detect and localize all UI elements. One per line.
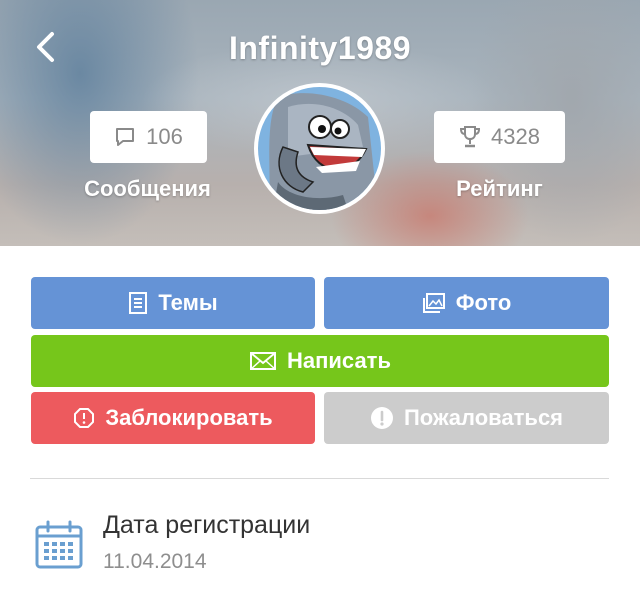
- photo-label: Фото: [455, 290, 512, 315]
- profile-header: Infinity1989 106 Сообщения 4328 Рейтинг: [0, 0, 640, 246]
- trophy-icon: [459, 125, 481, 149]
- divider: [30, 478, 609, 479]
- calendar-icon: [34, 520, 84, 570]
- block-user-button[interactable]: Заблокировать: [31, 392, 315, 444]
- rating-label: Рейтинг: [456, 176, 543, 201]
- document-icon: [128, 291, 148, 315]
- photo-button[interactable]: Фото: [324, 277, 609, 329]
- registration-date-label: Дата регистрации: [103, 511, 311, 539]
- messages-count-button[interactable]: 106: [90, 111, 207, 163]
- block-label: Заблокировать: [105, 405, 273, 430]
- report-user-button[interactable]: Пожаловаться: [324, 392, 609, 444]
- write-label: Написать: [287, 348, 391, 373]
- exclamation-icon: [370, 406, 394, 430]
- rating-value: 4328: [491, 124, 540, 149]
- envelope-icon: [249, 351, 277, 371]
- page-title: Infinity1989: [228, 30, 412, 66]
- topics-label: Темы: [158, 290, 218, 315]
- avatar[interactable]: [254, 83, 385, 214]
- stop-octagon-icon: [73, 407, 95, 429]
- registration-date-value: 11.04.2014: [103, 550, 207, 573]
- messages-count: 106: [146, 124, 183, 149]
- rating-button[interactable]: 4328: [434, 111, 565, 163]
- topics-button[interactable]: Темы: [31, 277, 315, 329]
- messages-label: Сообщения: [84, 176, 211, 201]
- speech-bubble-icon: [114, 126, 136, 148]
- write-message-button[interactable]: Написать: [31, 335, 609, 387]
- image-icon: [422, 292, 446, 314]
- report-label: Пожаловаться: [403, 405, 564, 430]
